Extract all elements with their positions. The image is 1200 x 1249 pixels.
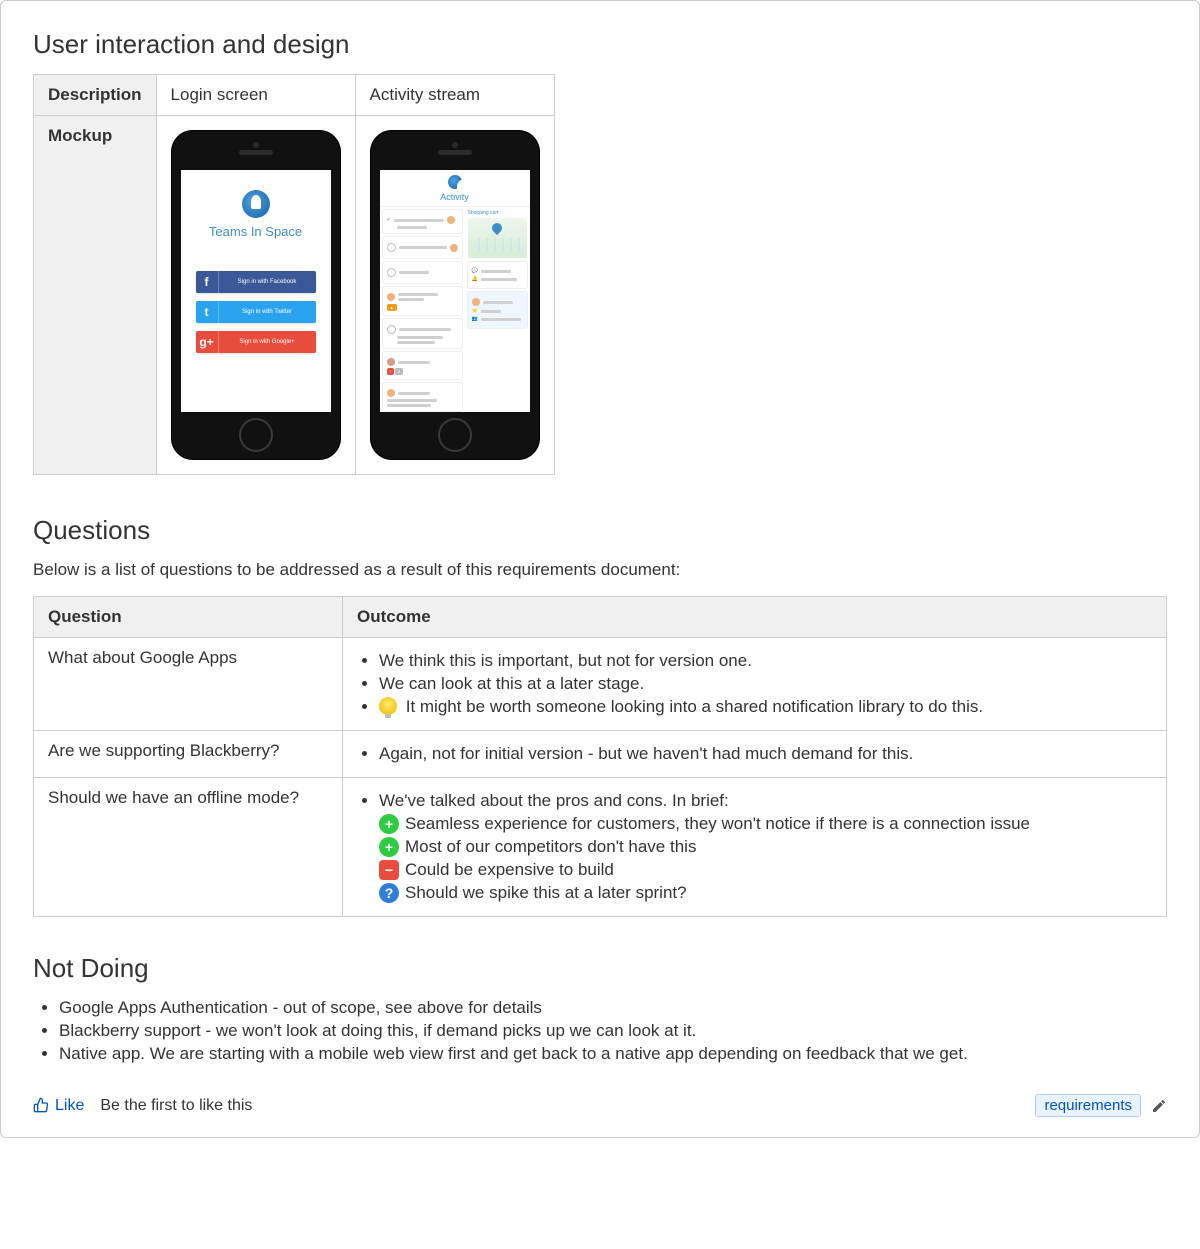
page-footer: Like Be the first to like this requireme…: [33, 1094, 1167, 1117]
qa-outcome: We think this is important, but not for …: [343, 638, 1167, 731]
login-google-button: g+Sign in with Google+: [196, 331, 316, 353]
login-brand: Teams In Space: [209, 224, 302, 239]
qa-question: Are we supporting Blackberry?: [34, 731, 343, 778]
qa-row: Should we have an offline mode?We've tal…: [34, 778, 1167, 917]
questions-table: Question Outcome What about Google AppsW…: [33, 596, 1167, 917]
qa-outcome: We've talked about the pros and cons. In…: [343, 778, 1167, 917]
activity-chart-label: Shopping cart: [468, 210, 527, 216]
section-heading-notdoing: Not Doing: [33, 953, 1167, 984]
qa-row: What about Google AppsWe think this is i…: [34, 638, 1167, 731]
phone-mockup-login: Teams In Space fSign in with Facebook tS…: [171, 130, 341, 460]
lightbulb-icon: [379, 697, 397, 715]
edit-labels-icon[interactable]: [1151, 1098, 1167, 1114]
question-icon: ?: [379, 883, 399, 903]
mockup-cell-activity: Activity ✔ ▲ ! 3: [355, 116, 554, 475]
like-label: Like: [55, 1097, 84, 1115]
not-doing-item: Native app. We are starting with a mobil…: [59, 1044, 1167, 1064]
mockup-row-header-description: Description: [34, 75, 157, 116]
mockup-col-login: Login screen: [156, 75, 355, 116]
qa-row: Are we supporting Blackberry?Again, not …: [34, 731, 1167, 778]
phone-mockup-activity: Activity ✔ ▲ ! 3: [370, 130, 540, 460]
login-twitter-button: tSign in with Twitter: [196, 301, 316, 323]
qa-header-outcome: Outcome: [343, 597, 1167, 638]
not-doing-list: Google Apps Authentication - out of scop…: [59, 998, 1167, 1064]
rocket-icon: [448, 175, 462, 189]
qa-header-question: Question: [34, 597, 343, 638]
thumb-up-icon: [33, 1097, 49, 1113]
like-button[interactable]: Like: [33, 1097, 84, 1115]
not-doing-item: Blackberry support - we won't look at do…: [59, 1021, 1167, 1041]
mockup-col-activity: Activity stream: [355, 75, 554, 116]
minus-icon: −: [379, 860, 399, 880]
mockup-table: Description Login screen Activity stream…: [33, 74, 555, 475]
document-page: User interaction and design Description …: [0, 0, 1200, 1138]
mockup-cell-login: Teams In Space fSign in with Facebook tS…: [156, 116, 355, 475]
qa-outcome: Again, not for initial version - but we …: [343, 731, 1167, 778]
login-facebook-button: fSign in with Facebook: [196, 271, 316, 293]
plus-icon: +: [379, 837, 399, 857]
mockup-row-header-mockup: Mockup: [34, 116, 157, 475]
not-doing-item: Google Apps Authentication - out of scop…: [59, 998, 1167, 1018]
section-heading-design: User interaction and design: [33, 29, 1167, 60]
qa-question: Should we have an offline mode?: [34, 778, 343, 917]
like-prompt: Be the first to like this: [100, 1097, 252, 1115]
qa-question: What about Google Apps: [34, 638, 343, 731]
plus-icon: +: [379, 814, 399, 834]
questions-intro: Below is a list of questions to be addre…: [33, 560, 1167, 580]
rocket-icon: [242, 190, 270, 218]
label-requirements[interactable]: requirements: [1035, 1094, 1141, 1117]
section-heading-questions: Questions: [33, 515, 1167, 546]
